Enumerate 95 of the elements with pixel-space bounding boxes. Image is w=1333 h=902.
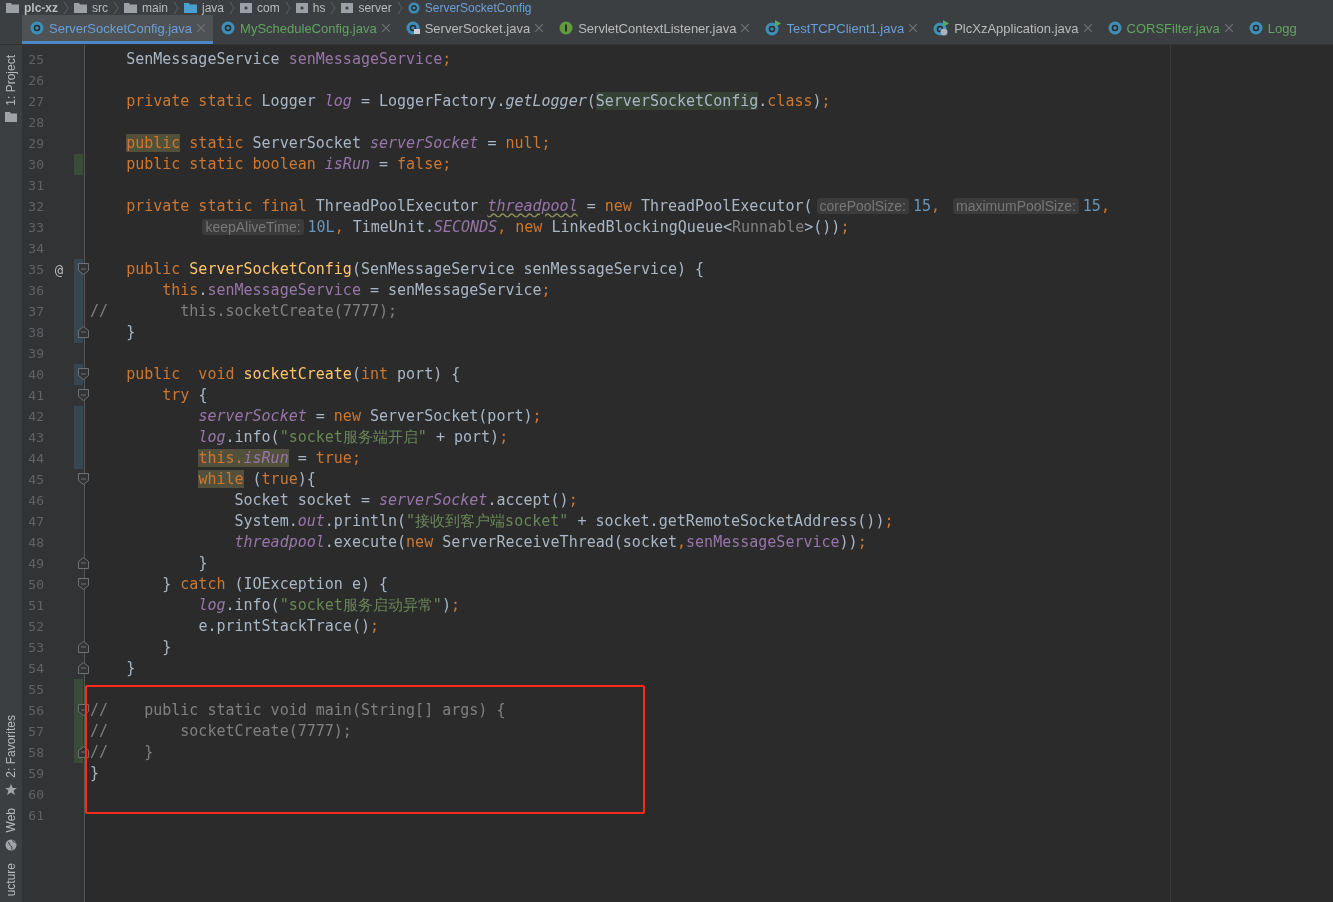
close-icon[interactable]	[535, 24, 544, 32]
interface-icon	[559, 21, 574, 35]
class-icon	[1107, 21, 1122, 35]
change-marker[interactable]	[74, 448, 83, 469]
star-icon	[5, 784, 17, 797]
fold-icon[interactable]	[78, 473, 89, 485]
code-line: log.info("socket服务启动异常");	[197, 596, 460, 615]
chevron-icon	[229, 1, 236, 14]
editor-tab[interactable]: ServerSocketConfig.java	[22, 15, 214, 44]
tool-window-button[interactable]: ucture	[4, 856, 18, 902]
folder-icon	[124, 2, 137, 13]
editor-tab[interactable]: CORSFilter.java	[1099, 15, 1241, 44]
breadcrumb[interactable]: server	[358, 0, 392, 15]
code-line: log.info("socket服务端开启" + port);	[197, 428, 509, 447]
code-line: }	[125, 659, 136, 678]
code-line: this.isRun = true;	[197, 449, 361, 468]
class-icon	[221, 21, 236, 35]
code-line: public ServerSocketConfig(SenMessageService senMessageService) {	[125, 260, 705, 279]
runnable-class-icon	[933, 20, 950, 36]
code-line: // public static void main(String[] args) {	[90, 701, 506, 720]
fold-icon[interactable]	[78, 326, 89, 338]
close-icon[interactable]	[1083, 24, 1092, 32]
close-icon[interactable]	[1224, 24, 1233, 32]
fold-icon[interactable]	[78, 263, 89, 275]
code-line: }	[90, 764, 100, 783]
chevron-icon	[63, 1, 69, 14]
code-line: } catch (IOException e) {	[161, 575, 389, 594]
fold-icon[interactable]	[78, 557, 89, 569]
folder-icon	[184, 2, 198, 13]
breadcrumb[interactable]: plc-xz	[24, 0, 58, 15]
breadcrumb[interactable]: hs	[312, 0, 326, 15]
code-line: }	[125, 323, 136, 342]
code-line: // this.socketCreate(7777);	[90, 302, 398, 321]
close-icon[interactable]	[909, 24, 918, 32]
code-line: private static final ThreadPoolExecutor threadpool = new ThreadPoolExecutor( corePoolSize: 15, maximumPoolSize: 15,	[125, 197, 1110, 216]
tool-window-button[interactable]: 1: Project	[4, 49, 18, 128]
chevron-icon	[396, 1, 403, 14]
chevron-icon	[330, 1, 337, 14]
code-line: Socket socket = serverSocket.accept();	[233, 491, 578, 510]
tool-window-button[interactable]: 2: Favorites	[4, 709, 18, 803]
breadcrumb[interactable]: ServerSocketConfig	[424, 0, 532, 15]
code-line: try {	[161, 386, 208, 405]
code-line: while (true){	[197, 470, 316, 489]
editor-tab[interactable]: PlcXzApplication.java	[925, 15, 1100, 44]
code-line: public static ServerSocket serverSocket = null;	[125, 134, 551, 153]
code-line: public void socketCreate(int port) {	[125, 365, 461, 384]
class-icon	[407, 1, 420, 14]
code-line: this.senMessageService = senMessageService;	[161, 281, 551, 300]
code-line: public static boolean isRun = false;	[125, 155, 452, 174]
fold-icon[interactable]	[78, 641, 89, 653]
editor-tab[interactable]: Logg	[1240, 15, 1305, 44]
class-icon	[1248, 21, 1263, 35]
globe-icon	[5, 838, 17, 851]
folder-icon	[5, 111, 17, 122]
code-line: private static Logger log = LoggerFactory.getLogger(ServerSocketConfig.class);	[125, 92, 831, 111]
chevron-icon	[284, 1, 291, 14]
code-line: // socketCreate(7777);	[90, 722, 352, 741]
folder-icon	[6, 2, 19, 13]
fold-icon[interactable]	[78, 662, 89, 674]
close-icon[interactable]	[741, 24, 750, 32]
editor-tab[interactable]: MyScheduleConfig.java	[213, 15, 398, 44]
fold-icon[interactable]	[78, 746, 89, 758]
editor-tab[interactable]: TestTCPClient1.java	[757, 15, 926, 44]
locked-class-icon	[405, 21, 420, 35]
class-icon	[30, 21, 44, 35]
fold-icon[interactable]	[78, 704, 89, 716]
fold-icon[interactable]	[78, 368, 89, 380]
chevron-icon	[113, 1, 119, 14]
runnable-class-icon	[765, 20, 782, 36]
tool-window-button[interactable]: Web	[4, 802, 18, 857]
editor-tab[interactable]: ServerSocket.java	[397, 15, 552, 44]
breadcrumb[interactable]: main	[142, 0, 169, 15]
code-line: System.out.println("接收到客户端socket" + socket.getRemoteSocketAddress());	[233, 512, 894, 531]
code-line: }	[197, 554, 208, 573]
code-line: SenMessageService senMessageService;	[125, 50, 452, 69]
editor-tab[interactable]: ServletContextListener.java	[551, 15, 758, 44]
close-icon[interactable]	[197, 24, 206, 32]
breadcrumb[interactable]: com	[257, 0, 280, 15]
breadcrumb[interactable]: java	[202, 0, 225, 15]
code-line: }	[161, 638, 172, 657]
code-line: serverSocket = new ServerSocket(port);	[197, 407, 542, 426]
change-marker[interactable]	[74, 679, 83, 700]
fold-icon[interactable]	[78, 578, 89, 590]
code-line: keepAliveTime: 10L, TimeUnit.SECONDS, new LinkedBlockingQueue<Runnable>());	[90, 218, 850, 237]
fold-icon[interactable]	[78, 389, 89, 401]
code-line: // }	[90, 743, 154, 762]
change-marker[interactable]	[74, 154, 83, 175]
code-line: e.printStackTrace();	[197, 617, 379, 636]
implementation-marker[interactable]: @	[54, 261, 64, 278]
close-icon[interactable]	[381, 24, 390, 32]
chevron-icon	[173, 1, 180, 14]
folder-icon	[74, 2, 87, 13]
code-line: threadpool.execute(new ServerReceiveThread(socket,senMessageService));	[233, 533, 867, 552]
breadcrumb[interactable]: src	[92, 0, 108, 15]
change-marker[interactable]	[74, 406, 83, 427]
